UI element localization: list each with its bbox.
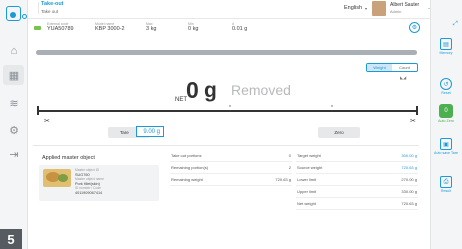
row-value[interactable]: 720.63 g bbox=[401, 165, 417, 170]
row-value: 720.63 g bbox=[275, 177, 291, 182]
row-label: Target weight bbox=[297, 153, 321, 158]
tare-value-field[interactable]: 9.00 g bbox=[136, 126, 164, 137]
stability-icon: ◣◢ bbox=[400, 75, 407, 80]
row-label: Lower limit bbox=[297, 177, 317, 182]
auto-zero-icon: 0 bbox=[439, 104, 453, 118]
target-marker-icon: xx bbox=[229, 103, 231, 113]
row-label: Take out portions bbox=[171, 153, 202, 158]
progress-fill bbox=[36, 50, 417, 55]
auto-save-tare-label: Auto save Tare bbox=[434, 151, 458, 155]
weight-value: 0 bbox=[186, 77, 199, 103]
row-label: Net weight bbox=[297, 201, 316, 206]
info-value: 3 kg bbox=[146, 26, 157, 32]
row-value: 0 bbox=[288, 153, 291, 158]
tolerance-scale bbox=[37, 110, 418, 112]
row-value[interactable]: 300.00 g bbox=[401, 153, 417, 158]
tare-label: Tare bbox=[120, 130, 129, 135]
target-table: Target weight 300.00 g Source weight 720… bbox=[296, 150, 418, 210]
progress-bar bbox=[36, 50, 417, 55]
database-icon[interactable]: ≋ bbox=[6, 95, 22, 111]
status-indicator bbox=[34, 26, 41, 30]
info-d: d 0.01 g bbox=[232, 22, 247, 32]
table-row: Source weight 720.63 g bbox=[296, 162, 418, 174]
memory-icon: ▤ bbox=[440, 38, 452, 50]
reset-label: Reset bbox=[441, 91, 451, 95]
page-subtitle: Take out bbox=[41, 9, 59, 14]
device-status-icon bbox=[22, 14, 27, 19]
row-label: Source weight bbox=[297, 165, 323, 170]
weight-unit: g bbox=[204, 79, 217, 102]
left-rail: ⌂ ▦ ≋ ⚙ ⇥ bbox=[0, 0, 28, 249]
info-value: YUA50789 bbox=[47, 26, 74, 32]
page-title: Take-out bbox=[41, 1, 64, 7]
info-min: Min 0 kg bbox=[188, 22, 198, 32]
mode-weight-tab[interactable]: Weight bbox=[367, 64, 392, 71]
language-selector[interactable]: English bbox=[344, 5, 362, 11]
result-button[interactable]: ⎙ Result bbox=[432, 176, 460, 193]
auto-save-tare-button[interactable]: ▣ Auto save Tare bbox=[432, 138, 460, 155]
row-value: 2 bbox=[288, 165, 291, 170]
reset-button[interactable]: ↺ Reset bbox=[432, 78, 460, 95]
page-badge: 5 bbox=[0, 229, 22, 249]
scale-device-icon[interactable] bbox=[6, 6, 21, 21]
takeout-table: Take out portions 0 Remaining portion(s)… bbox=[170, 150, 292, 186]
master-object-image bbox=[43, 169, 71, 187]
master-object-title: Applied master object bbox=[42, 155, 95, 161]
id-number-value: 4011909067414 bbox=[75, 190, 103, 195]
memory-label: Memory bbox=[439, 51, 453, 55]
zero-button[interactable]: Zero bbox=[318, 127, 360, 138]
mode-toggle: Weight Count bbox=[366, 63, 418, 72]
settings-icon[interactable]: ⚙ bbox=[6, 122, 22, 138]
table-row: Net weight 720.63 g bbox=[296, 198, 418, 210]
save-tare-icon: ▣ bbox=[440, 138, 452, 150]
table-row: Lower limit 270.00 g bbox=[296, 174, 418, 186]
user-role: Admin bbox=[390, 9, 402, 14]
table-row: Take out portions 0 bbox=[170, 150, 292, 162]
info-settings-icon[interactable]: ⚙ bbox=[409, 22, 420, 33]
home-icon[interactable]: ⌂ bbox=[6, 43, 22, 59]
auto-zero-label: Auto Zero bbox=[438, 119, 454, 123]
avatar[interactable] bbox=[372, 1, 386, 16]
header-bar bbox=[28, 0, 430, 19]
auto-zero-button[interactable]: 0 Auto Zero bbox=[432, 104, 460, 123]
row-label: Remaining portion(s) bbox=[171, 165, 209, 170]
scissors-icon: ✂ bbox=[410, 118, 416, 125]
table-row: Remaining portion(s) 2 bbox=[170, 162, 292, 174]
expand-icon[interactable]: ⤢ bbox=[453, 21, 458, 28]
divider bbox=[33, 145, 419, 146]
info-value: 0.01 g bbox=[232, 26, 248, 32]
user-name[interactable]: Albert Sauter bbox=[390, 2, 419, 8]
reset-icon: ↺ bbox=[440, 78, 452, 90]
master-object-details: Master object ID SUG760 Master object na… bbox=[75, 168, 104, 196]
memory-button[interactable]: ▤ Memory bbox=[432, 38, 460, 55]
menu-divider bbox=[30, 2, 39, 14]
info-model-name: Model name KBP 3000-2 bbox=[95, 22, 125, 32]
mode-count-tab[interactable]: Count bbox=[392, 64, 417, 71]
row-value: 720.63 g bbox=[401, 201, 417, 206]
grid-icon[interactable]: ▦ bbox=[6, 67, 22, 83]
info-max: Max 3 kg bbox=[146, 22, 156, 32]
row-label: Upper limit bbox=[297, 189, 317, 194]
row-value: 330.00 g bbox=[401, 189, 417, 194]
info-external-code: External code YUA50789 bbox=[47, 22, 74, 32]
table-row: Remaining weight 720.63 g bbox=[170, 174, 292, 186]
table-row: Target weight 300.00 g bbox=[296, 150, 418, 162]
info-value: KBP 3000-2 bbox=[95, 26, 125, 32]
table-row: Upper limit 330.00 g bbox=[296, 186, 418, 198]
scale-right-cap bbox=[416, 106, 418, 115]
row-value: 270.00 g bbox=[401, 177, 417, 182]
row-label: Remaining weight bbox=[171, 177, 203, 182]
result-label: Result bbox=[440, 189, 452, 193]
limit-marker-icon: xx bbox=[331, 103, 333, 113]
scale-left-cap bbox=[37, 106, 39, 115]
logout-icon[interactable]: ⇥ bbox=[6, 146, 22, 162]
scissors-icon: ✂ bbox=[44, 118, 50, 125]
weight-status: Removed bbox=[231, 82, 291, 98]
chevron-down-icon[interactable]: ▾ bbox=[365, 6, 367, 11]
printer-icon: ⎙ bbox=[440, 176, 452, 188]
info-value: 0 kg bbox=[188, 26, 199, 32]
